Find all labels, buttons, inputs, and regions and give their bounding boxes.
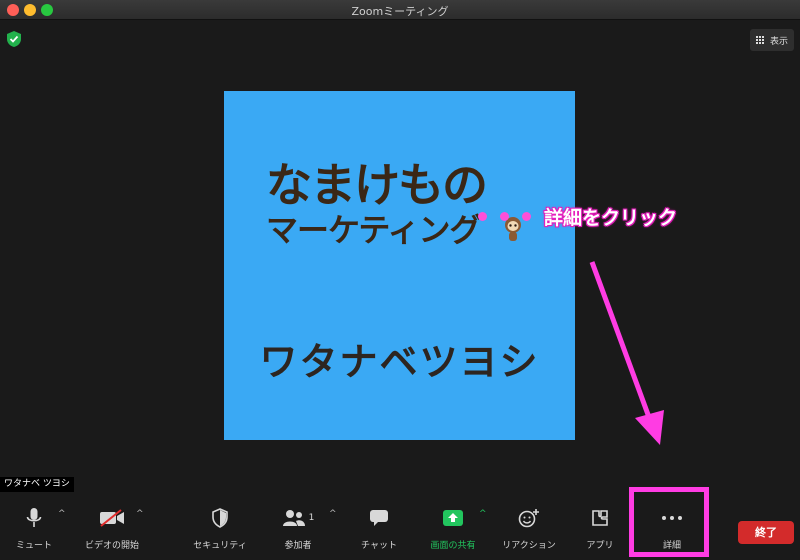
start-video-button[interactable]: ビデオの開始 bbox=[80, 507, 144, 551]
apps-label: アプリ bbox=[586, 541, 614, 551]
chat-button[interactable]: チャット bbox=[347, 507, 411, 551]
encryption-shield-icon[interactable] bbox=[5, 30, 23, 48]
annotation-dot bbox=[478, 212, 487, 221]
reaction-button[interactable]: リアクション bbox=[497, 507, 561, 551]
annotation-label: 詳細をクリック bbox=[544, 207, 678, 229]
participants-icon bbox=[282, 510, 305, 526]
window-title: Zoomミーティング bbox=[351, 5, 449, 18]
view-button[interactable]: 表示 bbox=[749, 29, 794, 51]
apps-icon bbox=[592, 510, 608, 526]
participants-button[interactable]: 1 参加者 bbox=[266, 507, 330, 551]
video-stage: 表示 なまけもの マーケティング ワタナベツヨシ ワタナベ ツヨシ bbox=[0, 21, 800, 493]
reaction-label: リアクション bbox=[502, 541, 556, 551]
participant-count: 1 bbox=[308, 513, 315, 523]
participant-name-tag: ワタナベ ツヨシ bbox=[0, 477, 74, 492]
share-options-chevron-icon[interactable]: ^ bbox=[479, 509, 487, 519]
grid-view-icon bbox=[755, 35, 765, 45]
end-meeting-button[interactable]: 終了 bbox=[738, 521, 794, 544]
participant-avatar: なまけもの マーケティング ワタナベツヨシ bbox=[224, 91, 575, 440]
shield-icon bbox=[212, 508, 228, 528]
view-button-label: 表示 bbox=[769, 36, 788, 47]
participants-options-chevron-icon[interactable]: ^ bbox=[329, 509, 337, 519]
share-screen-icon bbox=[443, 510, 463, 526]
annotation-dot bbox=[500, 212, 509, 221]
participants-label: 参加者 bbox=[284, 541, 312, 551]
title-bar: Zoomミーティング bbox=[0, 0, 800, 20]
reaction-icon bbox=[518, 509, 539, 528]
video-off-icon bbox=[100, 509, 124, 527]
microphone-icon bbox=[26, 508, 42, 527]
more-button-highlight bbox=[629, 487, 709, 557]
security-button[interactable]: セキュリティ bbox=[188, 507, 252, 551]
chat-label: チャット bbox=[361, 541, 397, 551]
share-screen-button[interactable]: 画面の共有 bbox=[421, 507, 485, 551]
security-label: セキュリティ bbox=[193, 541, 247, 551]
mute-button[interactable]: ミュート bbox=[2, 507, 66, 551]
mute-label: ミュート bbox=[15, 541, 52, 551]
participant-display-name: ワタナベツヨシ bbox=[259, 340, 540, 384]
video-options-chevron-icon[interactable]: ^ bbox=[136, 509, 144, 519]
apps-button[interactable]: アプリ bbox=[568, 507, 632, 551]
annotation-callout: 詳細をクリック bbox=[478, 203, 677, 230]
annotation-dot bbox=[522, 212, 531, 221]
audio-options-chevron-icon[interactable]: ^ bbox=[58, 509, 66, 519]
chat-icon bbox=[370, 510, 388, 526]
start-video-label: ビデオの開始 bbox=[84, 541, 139, 551]
share-screen-label: 画面の共有 bbox=[430, 541, 476, 551]
logo-text-line2: マーケティング bbox=[266, 211, 481, 249]
